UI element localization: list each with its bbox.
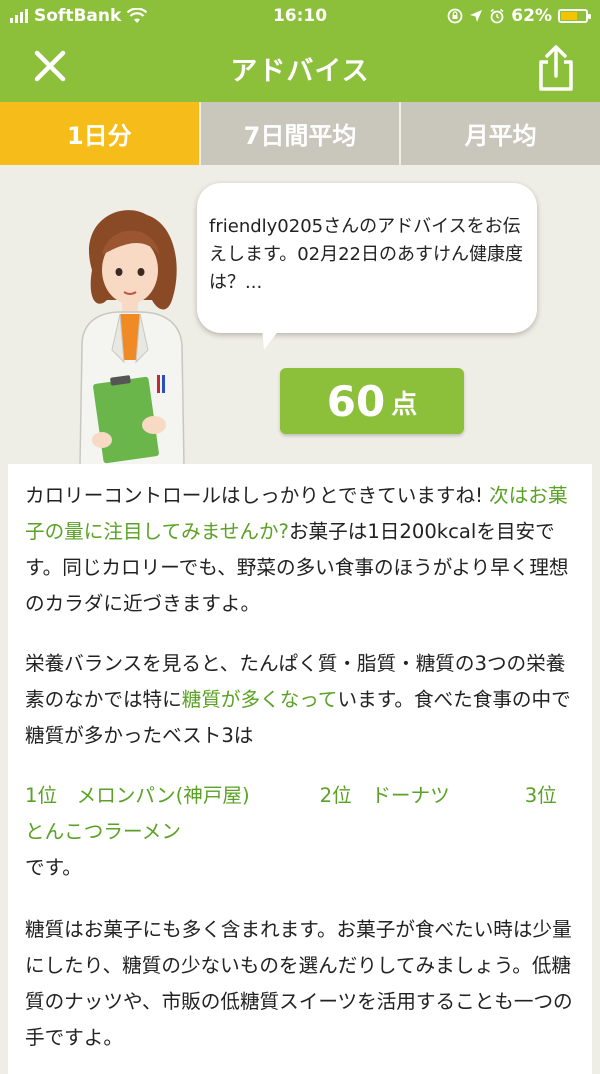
share-icon[interactable] (536, 44, 576, 92)
advice-card: カロリーコントロールはしっかりとできていますね! 次はお菓子の量に注目してみませ… (8, 464, 592, 1074)
score-unit: 点 (391, 390, 418, 420)
score-value: 60 (326, 377, 386, 426)
nav-bar: アドバイス (0, 34, 600, 102)
rank-item-1: 1位 メロンパン(神戸屋) (25, 784, 250, 807)
period-tabs: 1日分 7日間平均 月平均 (0, 102, 600, 165)
alarm-icon (490, 8, 504, 24)
advice-paragraph-calorie: カロリーコントロールはしっかりとできていますね! 次はお菓子の量に注目してみませ… (25, 478, 581, 622)
rank-item-2: 2位 ドーナツ (319, 784, 450, 807)
page-title: アドバイス (230, 56, 370, 87)
status-right: 62% (447, 6, 591, 26)
advice-carb-highlight: 糖質が多くなって (181, 688, 338, 711)
tab-1-day[interactable]: 1日分 (0, 102, 201, 165)
speech-text: friendly0205さんのアドバイスをお伝えします。02月22日のあすけん健… (209, 216, 524, 293)
speech-bubble: friendly0205さんのアドバイスをお伝えします。02月22日のあすけん健… (197, 183, 537, 333)
status-bar: SoftBank 16:10 62% (0, 0, 600, 34)
battery-icon (558, 9, 591, 23)
location-icon (470, 10, 483, 22)
tab-monthly-average[interactable]: 月平均 (401, 102, 600, 165)
rotation-lock-icon (447, 8, 463, 24)
carb-ranking: 1位 メロンパン(神戸屋) 2位 ドーナツ 3位 とんこつラーメン です。 (25, 778, 581, 886)
tab-7-day-average[interactable]: 7日間平均 (200, 102, 402, 165)
advice-paragraph-balance: 栄養バランスを見ると、たんぱく質・脂質・糖質の3つの栄養素のなかでは特に糖質が多… (25, 646, 581, 754)
speech-bubble-tail (262, 326, 282, 350)
advice-paragraph-snack-tips: 糖質はお菓子にも多く含まれます。お菓子が食べたい時は少量にしたり、糖質の少ないも… (25, 918, 573, 1049)
nutritionist-avatar (79, 210, 185, 466)
advice-calorie-text: カロリーコントロールはしっかりとできていますね! (25, 484, 483, 507)
health-score-badge: 60 点 (280, 368, 464, 434)
rank-end-text: です。 (25, 856, 82, 879)
battery-percent: 62% (511, 6, 552, 26)
